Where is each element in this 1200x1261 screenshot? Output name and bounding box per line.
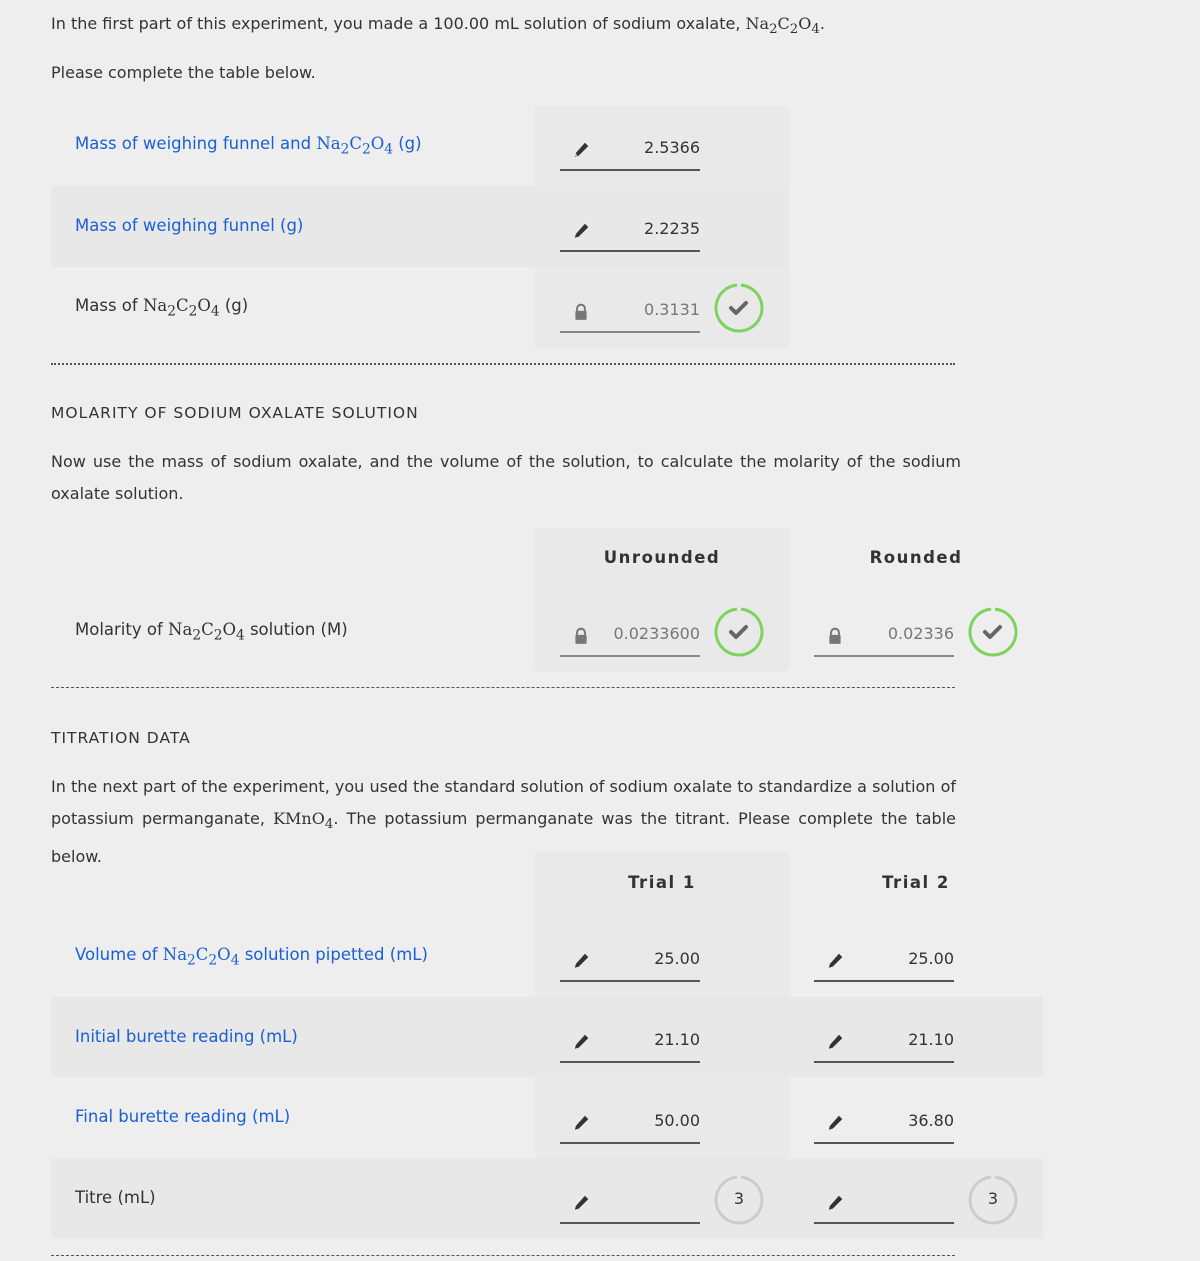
formula: Na2C2O4 [745,14,820,38]
pencil-icon [574,1115,589,1130]
label-text: Titre (mL) [75,1188,156,1207]
field-value: 21.10 [654,1030,700,1049]
final-burette-trial2-input[interactable]: 36.80 [814,1102,954,1144]
attempts-remaining-badge: 3 [714,1175,764,1225]
volume-pipetted-trial2-input[interactable]: 25.00 [814,940,954,982]
molarity-label: Molarity of Na2C2O4 solution (M) [75,620,348,643]
molarity-rounded-field: 0.02336 [814,615,954,657]
correct-check-icon [714,283,764,333]
formula: Na2C2O4 [142,296,220,320]
formula: KMnO4 [273,809,334,833]
label-text: (g) [219,296,249,315]
na: Na [745,14,770,33]
field-value: 36.80 [908,1111,954,1130]
pencil-icon [828,1195,843,1210]
mass-oxalate-label: Mass of Na2C2O4 (g) [75,296,248,319]
initial-burette-trial2-input[interactable]: 21.10 [814,1021,954,1063]
label-text: Final burette reading (mL) [75,1107,291,1126]
attempts-count: 3 [733,1189,745,1208]
mass-funnel-and-oxalate-label[interactable]: Mass of weighing funnel and Na2C2O4 (g) [75,134,422,157]
pencil-icon [828,953,843,968]
section-separator [51,687,955,688]
formula: Na2C2O4 [162,945,240,969]
pencil-icon [828,1034,843,1049]
initial-burette-label[interactable]: Initial burette reading (mL) [75,1027,298,1046]
final-burette-trial1-input[interactable]: 50.00 [560,1102,700,1144]
initial-burette-trial1-input[interactable]: 21.10 [560,1021,700,1063]
section-separator [51,1255,955,1256]
lock-icon [575,303,587,320]
titration-description: In the next part of the experiment, you … [51,771,956,873]
label-text: Initial burette reading (mL) [75,1027,298,1046]
label-text: Volume of [75,945,163,964]
titration-heading: TITRATION DATA [51,729,191,747]
formula: Na2C2O4 [168,620,245,644]
intro-text-before: In the first part of this experiment, yo… [51,14,746,33]
attempts-remaining-badge: 3 [968,1175,1018,1225]
titre-trial2-input[interactable] [814,1182,954,1224]
field-value: 0.02336 [887,624,954,643]
column-header-trial-1: Trial 1 [628,873,696,892]
field-value: 0.0233600 [613,624,700,643]
mass-oxalate-field: 0.3131 [560,291,700,333]
volume-pipetted-trial1-input[interactable]: 25.00 [560,940,700,982]
molarity-description: Now use the mass of sodium oxalate, and … [51,452,961,503]
titre-label: Titre (mL) [75,1188,156,1207]
correct-check-icon [714,607,764,657]
label-text: solution (M) [244,620,348,639]
label-text: Molarity of [75,620,169,639]
mass-funnel-and-oxalate-input[interactable]: 2.5366 [560,129,700,171]
field-value: 21.10 [908,1030,954,1049]
pencil-icon [574,142,589,157]
pencil-icon [574,953,589,968]
label-text: solution pipetted (mL) [239,945,428,964]
formula: Na2C2O4 [316,134,393,158]
lock-icon [829,627,841,644]
column-header-trial-2: Trial 2 [882,873,950,892]
attempts-count: 3 [987,1189,999,1208]
pencil-icon [574,1195,589,1210]
final-burette-label[interactable]: Final burette reading (mL) [75,1107,290,1126]
field-value: 25.00 [908,949,954,968]
titre-trial1-input[interactable] [560,1182,700,1224]
field-value: 25.00 [654,949,700,968]
pencil-icon [574,223,589,238]
correct-check-icon [968,607,1018,657]
pencil-icon [574,1034,589,1049]
column-header-rounded: Rounded [869,548,963,567]
molarity-unrounded-field: 0.0233600 [560,615,700,657]
lock-icon [575,627,587,644]
intro-text-after: . [819,14,825,33]
intro-text: In the first part of this experiment, yo… [51,8,825,46]
intro-instruction: Please complete the table below. [51,63,316,82]
mass-funnel-label[interactable]: Mass of weighing funnel (g) [75,216,303,235]
label-text: Mass of weighing funnel and [75,134,317,153]
field-value: 50.00 [654,1111,700,1130]
pencil-icon [828,1115,843,1130]
label-text: Mass of weighing funnel (g) [75,216,304,235]
section-separator [51,363,955,365]
label-text: Mass of [75,296,143,315]
field-value: 2.5366 [644,138,700,157]
mass-funnel-input[interactable]: 2.2235 [560,210,700,252]
molarity-heading: MOLARITY OF SODIUM OXALATE SOLUTION [51,404,419,422]
column-header-unrounded: Unrounded [603,548,721,567]
field-value: 2.2235 [644,219,700,238]
label-text: (g) [393,134,422,153]
volume-pipetted-label[interactable]: Volume of Na2C2O4 solution pipetted (mL) [75,945,428,968]
field-value: 0.3131 [644,300,700,319]
